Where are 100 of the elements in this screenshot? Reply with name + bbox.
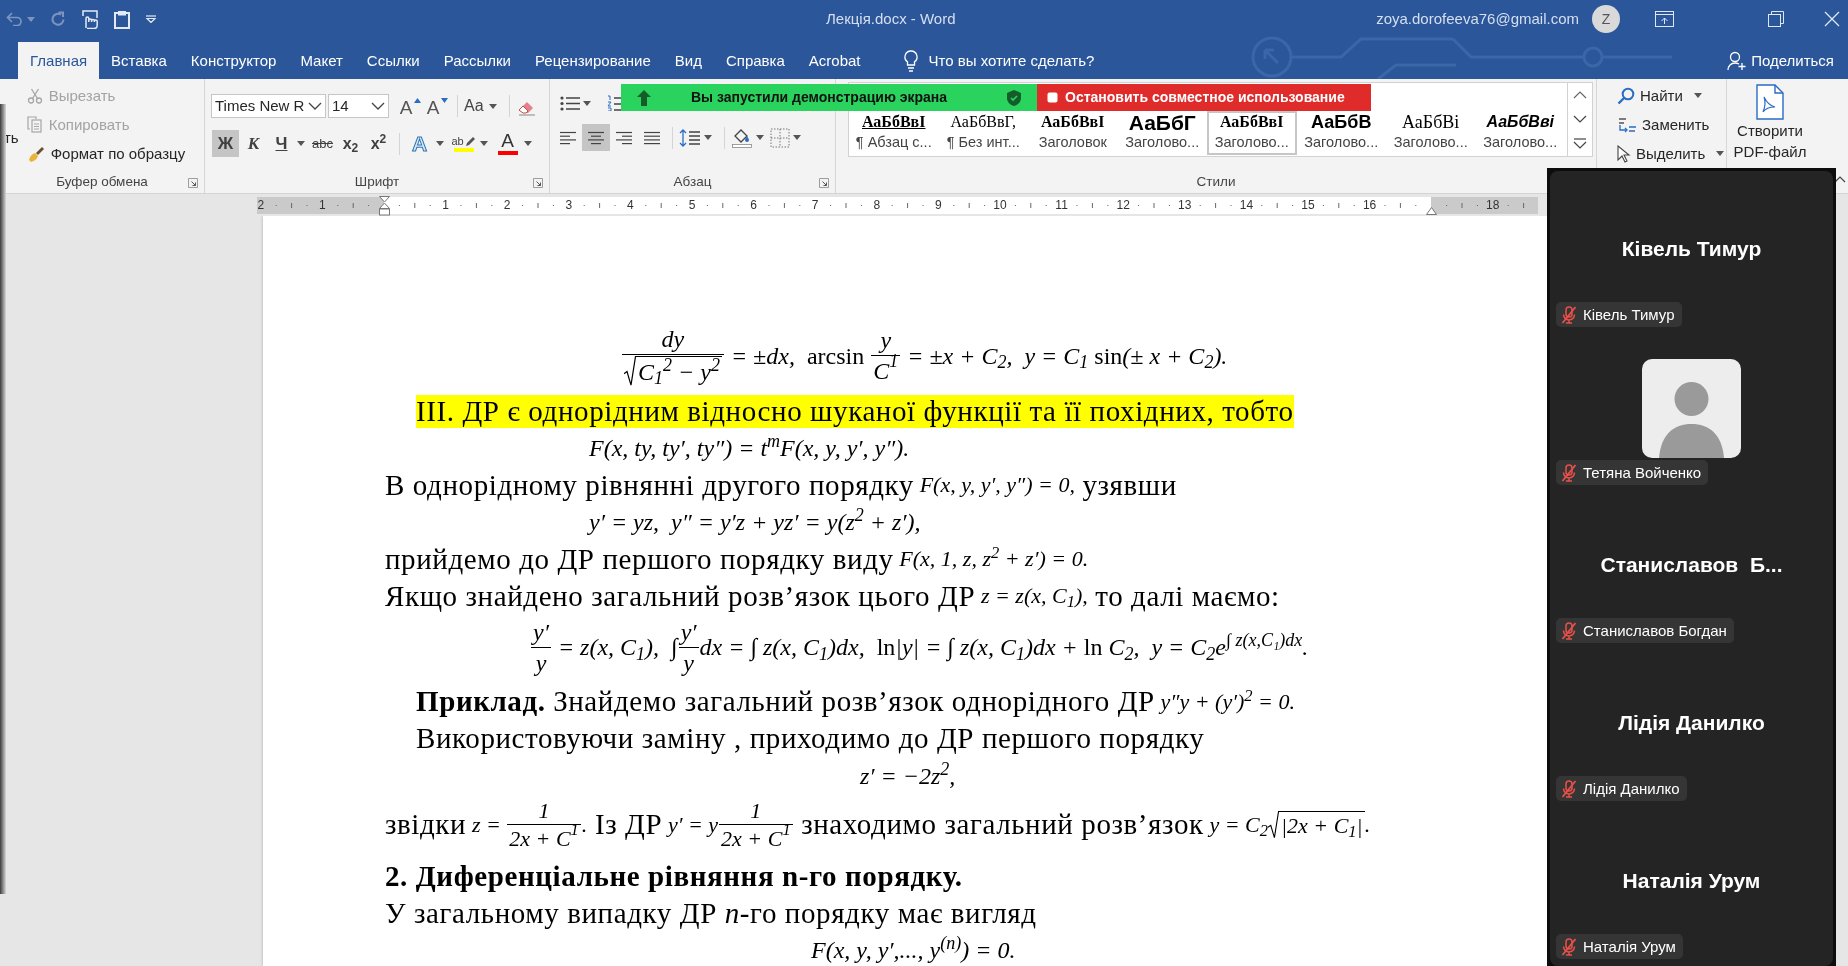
hand-icon[interactable] — [81, 9, 99, 29]
editing-command[interactable]: Выделить — [1617, 139, 1726, 168]
pdf-document-icon — [1755, 84, 1785, 120]
share-button[interactable]: Поделиться — [1727, 42, 1834, 79]
stop-sharing-button[interactable]: Остановить совместное использование — [1037, 84, 1371, 111]
caret-icon[interactable] — [793, 135, 801, 140]
superscript-button[interactable]: x$^{2}$ — [365, 130, 392, 157]
indent-marker-icon[interactable] — [378, 196, 390, 216]
change-case-button[interactable]: Aa — [464, 92, 503, 120]
highlight-button[interactable]: ab — [450, 130, 477, 157]
bold-text: Приклад. — [416, 685, 546, 719]
close-icon[interactable] — [1824, 11, 1840, 27]
ruler-number: 1 — [441, 198, 450, 213]
style-gallery-item[interactable]: АаБбВ Заголово... — [1296, 111, 1386, 155]
chevron-down-icon[interactable] — [371, 102, 385, 110]
style-preview: АаБбВ — [1311, 113, 1372, 131]
restore-icon[interactable] — [1768, 11, 1784, 27]
italic-button[interactable]: К — [240, 130, 267, 157]
style-gallery-item[interactable]: АаБбВвI ¶ Абзац с... — [849, 111, 939, 155]
style-gallery-item[interactable]: АаБбВі Заголово... — [1386, 111, 1476, 155]
align-center-button[interactable] — [582, 124, 610, 151]
participant-name: Ківель Тимур — [1621, 236, 1762, 262]
chevron-down-icon[interactable] — [1573, 115, 1587, 124]
style-name: Заголово... — [1393, 134, 1468, 152]
bulleted-list-icon[interactable] — [560, 95, 580, 111]
caret-up-icon — [414, 97, 422, 103]
grow-font-button[interactable]: A — [397, 92, 424, 120]
ruler-number: 12 — [1115, 198, 1131, 213]
underline-button[interactable]: Ч — [268, 130, 295, 157]
caret-icon[interactable] — [704, 135, 712, 140]
ribbon-tab[interactable]: Рассылки — [431, 42, 523, 79]
ribbon-tab[interactable]: Вставка — [99, 42, 179, 79]
scissors-icon — [26, 87, 43, 104]
ribbon-display-icon[interactable] — [1655, 11, 1674, 27]
font-size-combobox[interactable]: 14 — [328, 94, 389, 118]
ruler-number: 2 — [256, 198, 266, 213]
body-text: Якщо знайдено загальний розв’язок цього ДР — [385, 579, 976, 614]
style-gallery-item[interactable]: АаБбВві Заголово... — [1475, 111, 1565, 155]
caret-icon[interactable] — [524, 141, 532, 146]
strikethrough-button[interactable]: abc — [309, 130, 336, 157]
bold-button[interactable]: Ж — [212, 130, 239, 157]
ribbon-tab[interactable]: Вид — [662, 42, 714, 79]
lightbulb-icon — [902, 49, 919, 72]
style-gallery-item[interactable]: АаБбВвI Заголовок — [1028, 111, 1118, 155]
ribbon-tab[interactable]: Конструктор — [178, 42, 289, 79]
body-text: то далі маємо: — [1095, 579, 1280, 614]
subscript-button[interactable]: x$_{2}$ — [337, 130, 364, 157]
font-color-button[interactable]: A — [494, 130, 521, 157]
ruler-number: 18 — [1485, 198, 1501, 213]
font-name-combobox[interactable]: Times New R — [211, 94, 326, 118]
ruler-number: 6 — [749, 198, 758, 213]
style-gallery-item[interactable]: АаБбГ Заголово... — [1117, 111, 1207, 155]
style-gallery-item[interactable]: АаБбВвI Заголово... — [1207, 111, 1297, 155]
caret-icon[interactable] — [436, 141, 444, 146]
radical-sign-icon — [624, 355, 636, 387]
ribbon-tab[interactable]: Справка — [713, 42, 797, 79]
participant-name: Лідія Данилко — [1618, 710, 1765, 736]
chevron-down-icon[interactable] — [308, 102, 322, 110]
clipboard-icon[interactable] — [114, 9, 130, 29]
group-label: Буфер обмена — [56, 174, 148, 189]
formula: F(x, y, y′, y″) = 0, — [919, 472, 1075, 499]
clipboard-command[interactable]: Формат по образцу — [26, 139, 186, 168]
dialog-launcher-icon[interactable] — [819, 178, 829, 188]
participant-name: Станиславов Б... — [1600, 552, 1783, 578]
dialog-launcher-icon[interactable] — [188, 178, 198, 188]
tell-me-search[interactable]: Что вы хотите сделать? — [902, 42, 1095, 79]
ruler-number: 13 — [1177, 198, 1193, 213]
shield-icon — [1007, 89, 1021, 106]
formula: y = C$_{2}$ |2x + C$_{1}$|. — [1209, 810, 1371, 840]
caret-icon[interactable] — [480, 141, 488, 146]
caret-icon[interactable] — [756, 135, 764, 140]
customize-caret-icon[interactable] — [145, 15, 157, 23]
style-name: Заголово... — [1125, 134, 1200, 152]
ribbon-tab[interactable]: Ссылки — [354, 42, 432, 79]
caret-icon[interactable] — [1716, 151, 1725, 156]
caret-icon[interactable] — [488, 103, 497, 109]
paint-bucket-icon[interactable] — [731, 127, 753, 148]
account-avatar[interactable]: Z — [1592, 5, 1620, 33]
editing-command[interactable]: Найти — [1617, 81, 1726, 110]
style-gallery-item[interactable]: АаБбВвГ, ¶ Без инт... — [938, 111, 1028, 155]
group-label: Стили — [1196, 174, 1236, 189]
caret-icon[interactable] — [583, 100, 591, 106]
ribbon-tab[interactable]: Acrobat — [796, 42, 873, 79]
ribbon-tab[interactable]: Макет — [288, 42, 355, 79]
ruler-number: 1 — [318, 198, 327, 213]
ruler-number: 15 — [1300, 198, 1316, 213]
ruler-number: 8 — [872, 198, 882, 213]
editing-command[interactable]: Заменить — [1617, 110, 1726, 139]
line-spacing-icon[interactable] — [679, 128, 701, 147]
ribbon-tab[interactable]: Главная — [18, 42, 100, 79]
caret-icon[interactable] — [1693, 93, 1702, 98]
dialog-launcher-icon[interactable] — [533, 178, 543, 188]
create-pdf-button[interactable]: Створити PDF-файл — [1727, 79, 1813, 162]
ribbon-tab[interactable]: Рецензирование — [523, 42, 663, 79]
ruler-number: 16 — [1361, 198, 1378, 213]
more-styles-icon[interactable] — [1573, 138, 1587, 150]
shrink-font-button[interactable]: A — [424, 92, 451, 120]
formula: y″y + (y′)$^{2}$ = 0. — [1160, 688, 1295, 716]
participant-label: Станиславов Богдан — [1583, 621, 1727, 640]
caret-icon[interactable] — [297, 141, 305, 146]
